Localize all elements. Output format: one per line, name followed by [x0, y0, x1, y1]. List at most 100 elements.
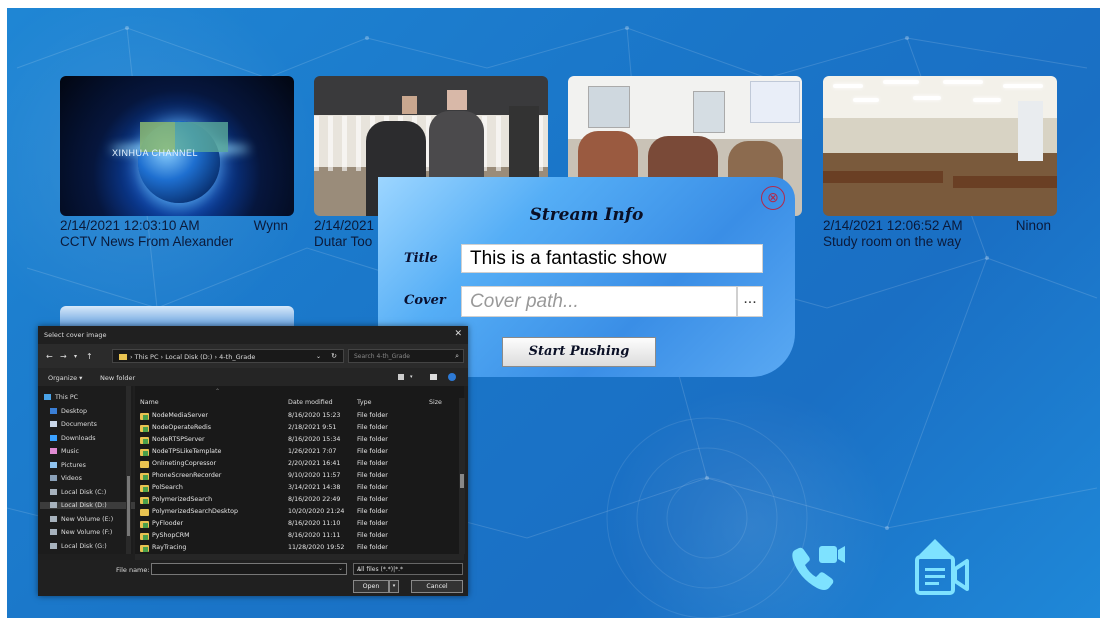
search-icon: ⌕: [455, 352, 459, 360]
chevron-down-icon[interactable]: ⌄: [338, 565, 343, 572]
column-header-name[interactable]: Name: [140, 399, 159, 406]
file-type-select[interactable]: All files (*.*)|*.* ⌄: [353, 563, 463, 575]
file-name: NodeTPSLikeTemplate: [152, 448, 222, 455]
vscode-badge-icon: [143, 439, 148, 444]
refresh-icon[interactable]: ↻: [331, 352, 337, 360]
view-options-icon[interactable]: [398, 374, 404, 380]
chevron-down-icon[interactable]: ⌄: [316, 353, 321, 360]
file-row[interactable]: PolSearch 3/14/2021 14:38 File folder: [135, 482, 455, 494]
vscode-badge-icon: [143, 499, 148, 504]
close-icon[interactable]: ✕: [454, 329, 462, 339]
stream-tile[interactable]: 2/14/2021 12:06:52 AM Ninon Study room o…: [823, 76, 1057, 256]
drive-icon: [44, 394, 51, 400]
close-icon[interactable]: ⊗: [761, 186, 785, 210]
dialog-title: Stream Info: [529, 205, 644, 225]
file-date: 8/16/2020 11:10: [288, 520, 341, 527]
file-type: File folder: [357, 484, 388, 491]
stream-thumbnail[interactable]: XINHUA CHANNEL: [60, 76, 294, 216]
nav-item[interactable]: Documents: [50, 421, 97, 428]
file-row[interactable]: PyShopCRM 8/16/2020 11:11 File folder: [135, 530, 455, 542]
breadcrumb-item[interactable]: This PC: [135, 353, 159, 361]
chevron-down-icon[interactable]: ⌄: [357, 566, 459, 573]
stream-thumbnail[interactable]: [823, 76, 1057, 216]
nav-item[interactable]: Music: [50, 448, 79, 455]
dialog-titlebar[interactable]: Select cover image ✕: [38, 326, 468, 344]
nav-item[interactable]: New Volume (E:): [50, 515, 113, 523]
nav-item[interactable]: Downloads: [50, 434, 96, 442]
nav-item[interactable]: This PC: [44, 394, 78, 401]
up-icon[interactable]: ↑: [86, 352, 93, 361]
title-label: Title: [404, 251, 438, 266]
cover-path-input[interactable]: Cover path...: [461, 286, 737, 317]
file-row[interactable]: NodeMediaServer 8/16/2020 15:23 File folde…: [135, 410, 455, 422]
forward-icon[interactable]: →: [60, 352, 67, 361]
nav-item[interactable]: Desktop: [50, 407, 87, 415]
file-row[interactable]: NodeRTSPServer 8/16/2020 15:34 File folder: [135, 434, 455, 446]
file-type: File folder: [357, 544, 388, 551]
cancel-button[interactable]: Cancel: [411, 580, 463, 593]
preview-pane-icon[interactable]: [430, 374, 437, 380]
breadcrumb-item[interactable]: 4-th_Grade: [219, 353, 255, 361]
file-type: File folder: [357, 496, 388, 503]
upload-stream-icon[interactable]: [907, 533, 975, 599]
vscode-badge-icon: [143, 487, 148, 492]
back-icon[interactable]: ←: [46, 352, 53, 361]
dialog-toolbar: Organize ▾ New folder ▾: [38, 368, 468, 386]
organize-menu[interactable]: Organize ▾: [48, 374, 82, 382]
file-row[interactable]: RayTracing 11/28/2020 19:52 File folder: [135, 542, 455, 554]
file-row[interactable]: NodeTPSLikeTemplate 1/26/2021 7:07 File fo…: [135, 446, 455, 458]
column-header-size[interactable]: Size: [429, 399, 442, 406]
recent-dropdown-icon[interactable]: ▾: [74, 353, 77, 360]
file-type: File folder: [357, 508, 388, 515]
censor-block: [447, 90, 467, 110]
file-date: 8/16/2020 22:49: [288, 496, 341, 503]
search-input[interactable]: Search 4-th_Grade ⌕: [348, 349, 464, 363]
file-name: PyShopCRM: [152, 532, 190, 539]
file-list-scrollbar[interactable]: [459, 398, 465, 554]
file-type: File folder: [357, 448, 388, 455]
stream-tile[interactable]: XINHUA CHANNEL 2/14/2021 12:03:10 AM Wyn…: [60, 76, 294, 256]
file-type: File folder: [357, 472, 388, 479]
file-row[interactable]: NodeOperateRedis 2/18/2021 9:51 File folde…: [135, 422, 455, 434]
title-input[interactable]: This is a fantastic show: [461, 244, 763, 273]
stream-name: Study room on the way: [823, 234, 962, 249]
vscode-badge-icon: [143, 475, 148, 480]
browse-button[interactable]: ...: [737, 286, 763, 317]
file-type: File folder: [357, 436, 388, 443]
vscode-badge-icon: [143, 535, 148, 540]
navigation-pane: This PC Desktop Documents Downloads Music Pic…: [38, 386, 136, 554]
file-date: 10/20/2020 21:24: [288, 508, 345, 515]
nav-item[interactable]: Videos: [50, 475, 82, 482]
nav-item[interactable]: Local Disk (C:): [50, 488, 106, 496]
file-row[interactable]: PhoneScreenRecorder 9/10/2020 11:57 File f…: [135, 470, 455, 482]
chevron-down-icon[interactable]: ▾: [410, 374, 413, 380]
nav-item[interactable]: Local Disk (G:): [50, 542, 107, 550]
file-row[interactable]: PolymerizedSearch 8/16/2020 22:49 File fol…: [135, 494, 455, 506]
nav-scrollbar[interactable]: [126, 386, 131, 554]
column-header-date[interactable]: Date modified: [288, 399, 333, 406]
open-dropdown-icon[interactable]: ▾: [389, 580, 399, 593]
address-bar[interactable]: › This PC › Local Disk (D:) › 4-th_Grade…: [112, 349, 344, 363]
column-header-type[interactable]: Type: [357, 399, 371, 406]
breadcrumb-item[interactable]: Local Disk (D:): [165, 353, 212, 361]
file-row[interactable]: PyFlooder 8/16/2020 11:10 File folder: [135, 518, 455, 530]
nav-item[interactable]: Local Disk (D:): [40, 502, 136, 509]
new-folder-button[interactable]: New folder: [100, 374, 135, 382]
file-name: NodeOperateRedis: [152, 424, 212, 431]
file-row[interactable]: OnlinetingCopressor 2/20/2021 16:41 File f…: [135, 458, 455, 470]
filename-input[interactable]: ⌄: [151, 563, 347, 575]
file-name: PolymerizedSearch: [152, 496, 213, 503]
drive-icon: [50, 448, 57, 454]
file-type: File folder: [357, 412, 388, 419]
file-list: ⌃ Name Date modified Type Size NodeMedia…: [135, 386, 464, 554]
help-icon[interactable]: [448, 373, 456, 381]
open-button[interactable]: Open: [353, 580, 389, 593]
start-pushing-button[interactable]: Start Pushing: [502, 337, 656, 367]
censor-block: [402, 96, 417, 114]
nav-item[interactable]: New Volume (F:): [50, 529, 112, 536]
file-date: 8/16/2020 15:23: [288, 412, 341, 419]
file-row[interactable]: PolymerizedSearchDesktop 10/20/2020 21:24…: [135, 506, 455, 518]
video-call-icon[interactable]: [787, 540, 847, 596]
nav-item[interactable]: Pictures: [50, 461, 86, 469]
stream-user: Ninon: [1015, 218, 1051, 233]
